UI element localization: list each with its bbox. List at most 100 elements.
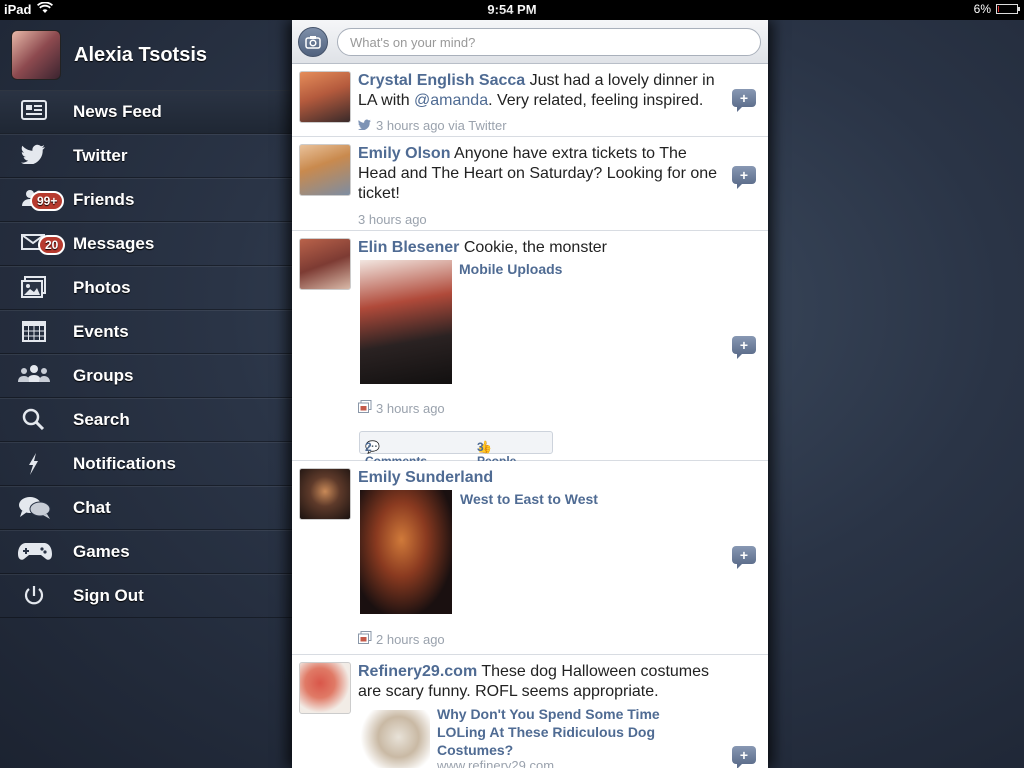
sidebar-item-chat[interactable]: Chat — [0, 486, 292, 530]
post-avatar[interactable] — [299, 71, 351, 123]
sidebar-item-notifications[interactable]: Notifications — [0, 442, 292, 486]
post-meta: 3 hours ago — [358, 212, 427, 227]
sidebar-item-label: Twitter — [73, 146, 128, 165]
sidebar-item-photos[interactable]: Photos — [0, 266, 292, 310]
photo-icon — [358, 631, 372, 647]
search-icon — [18, 408, 50, 432]
post-author[interactable]: Crystal English Sacca — [358, 72, 525, 89]
feed-post: Crystal English Sacca Just had a lovely … — [292, 64, 768, 137]
post-mention[interactable]: @amanda — [414, 92, 488, 109]
sidebar-menu: News Feed Twitter 99+ Friends 20 Message… — [0, 90, 292, 618]
link-preview-image[interactable] — [360, 710, 430, 768]
profile-name[interactable]: Alexia Tsotsis — [74, 44, 207, 67]
sidebar-item-events[interactable]: Events — [0, 310, 292, 354]
photos-icon — [18, 276, 50, 300]
post-timestamp: 2 hours ago — [376, 631, 445, 647]
sidebar-item-label: Messages — [73, 234, 155, 253]
post-meta: 2 hours ago — [358, 631, 445, 647]
post-meta: 3 hours ago — [358, 400, 445, 416]
sidebar-item-label: Chat — [73, 498, 111, 517]
post-avatar[interactable] — [299, 662, 351, 714]
sidebar-item-label: Notifications — [73, 454, 176, 473]
sidebar-item-news-feed[interactable]: News Feed — [0, 90, 292, 134]
profile-avatar[interactable] — [11, 30, 61, 80]
add-comment-button[interactable]: + — [732, 336, 756, 359]
sidebar-item-label: Search — [73, 410, 130, 429]
post-actions: 💬 2 Comments 👍 3 People — [359, 431, 553, 468]
newsfeed-icon — [18, 100, 50, 124]
post-meta: 3 hours ago via Twitter — [358, 118, 507, 133]
sidebar-item-label: Events — [73, 322, 129, 341]
post-author[interactable]: Refinery29.com — [358, 663, 477, 680]
status-composer — [292, 20, 768, 64]
battery-percent: 6% — [973, 2, 991, 16]
sidebar-item-label: News Feed — [73, 102, 162, 121]
sidebar-item-label: Photos — [73, 278, 131, 297]
post-avatar[interactable] — [299, 144, 351, 196]
sidebar-item-groups[interactable]: Groups — [0, 354, 292, 398]
link-preview-title[interactable]: Why Don't You Spend Some Time LOLing At … — [437, 705, 697, 759]
add-comment-button[interactable]: + — [732, 746, 756, 768]
album-link[interactable]: Mobile Uploads — [459, 261, 562, 277]
sidebar-item-label: Groups — [73, 366, 134, 385]
plus-icon: + — [739, 167, 749, 183]
post-timestamp: 3 hours ago — [376, 400, 445, 416]
post-text: Elin Blesener Cookie, the monster — [358, 238, 718, 258]
clock: 9:54 PM — [487, 2, 537, 17]
link-preview-url: www.refinery29.com — [437, 758, 555, 768]
feed-post: Elin Blesener Cookie, the monster Mobile… — [292, 231, 768, 468]
plus-icon: + — [739, 90, 749, 106]
sidebar-item-messages[interactable]: 20 Messages — [0, 222, 292, 266]
camera-icon — [305, 36, 321, 49]
sidebar-item-games[interactable]: Games — [0, 530, 292, 574]
post-message: Cookie, the monster — [459, 239, 607, 256]
post-message: . Very related, feeling inspired. — [488, 92, 704, 109]
battery-icon — [996, 4, 1020, 14]
sidebar-item-twitter[interactable]: Twitter — [0, 134, 292, 178]
lightning-icon — [18, 452, 50, 476]
post-timestamp: 3 hours ago — [358, 212, 427, 227]
plus-icon: + — [739, 337, 749, 353]
post-photo[interactable] — [360, 260, 452, 384]
friends-badge: 99+ — [30, 191, 65, 211]
gamepad-icon — [18, 540, 52, 564]
post-author[interactable]: Elin Blesener — [358, 239, 459, 256]
twitter-bird-icon — [18, 144, 50, 168]
add-comment-button[interactable]: + — [732, 166, 756, 189]
calendar-icon — [18, 320, 50, 344]
status-bar: iPad 9:54 PM 6% — [0, 0, 1024, 20]
photo-icon — [358, 400, 372, 416]
plus-icon: + — [739, 547, 749, 563]
post-author[interactable]: Emily Sunderland — [358, 469, 493, 486]
messages-badge: 20 — [38, 235, 66, 255]
plus-icon: + — [739, 747, 749, 763]
feed-post: Refinery29.com These dog Halloween costu… — [292, 655, 768, 768]
post-timestamp: 3 hours ago via Twitter — [376, 118, 507, 133]
twitter-bird-icon — [358, 119, 372, 133]
sidebar-item-friends[interactable]: 99+ Friends — [0, 178, 292, 222]
post-photo[interactable] — [360, 490, 452, 614]
profile-header[interactable]: Alexia Tsotsis — [0, 20, 292, 90]
post-avatar[interactable] — [299, 468, 351, 520]
groups-icon — [18, 364, 50, 388]
sidebar-item-label: Friends — [73, 190, 135, 209]
sidebar: Alexia Tsotsis News Feed Twitter 99+ Fri… — [0, 20, 292, 768]
album-link[interactable]: West to East to West — [460, 491, 598, 507]
add-comment-button[interactable]: + — [732, 546, 756, 569]
feed-post: Emily Sunderland West to East to West 2 … — [292, 461, 768, 655]
sidebar-item-label: Sign Out — [73, 586, 144, 605]
add-comment-button[interactable]: + — [732, 89, 756, 112]
feed-post: Emily Olson Anyone have extra tickets to… — [292, 137, 768, 231]
camera-button[interactable] — [298, 27, 328, 57]
post-avatar[interactable] — [299, 238, 351, 290]
chat-bubbles-icon — [18, 496, 51, 520]
sidebar-item-search[interactable]: Search — [0, 398, 292, 442]
power-icon — [18, 584, 50, 608]
status-input[interactable] — [337, 28, 761, 56]
post-text: Crystal English Sacca Just had a lovely … — [358, 71, 718, 111]
sidebar-item-label: Games — [73, 542, 130, 561]
post-author[interactable]: Emily Olson — [358, 145, 450, 162]
post-text: Emily Sunderland — [358, 468, 718, 488]
post-text: Emily Olson Anyone have extra tickets to… — [358, 144, 718, 204]
sidebar-item-sign-out[interactable]: Sign Out — [0, 574, 292, 618]
